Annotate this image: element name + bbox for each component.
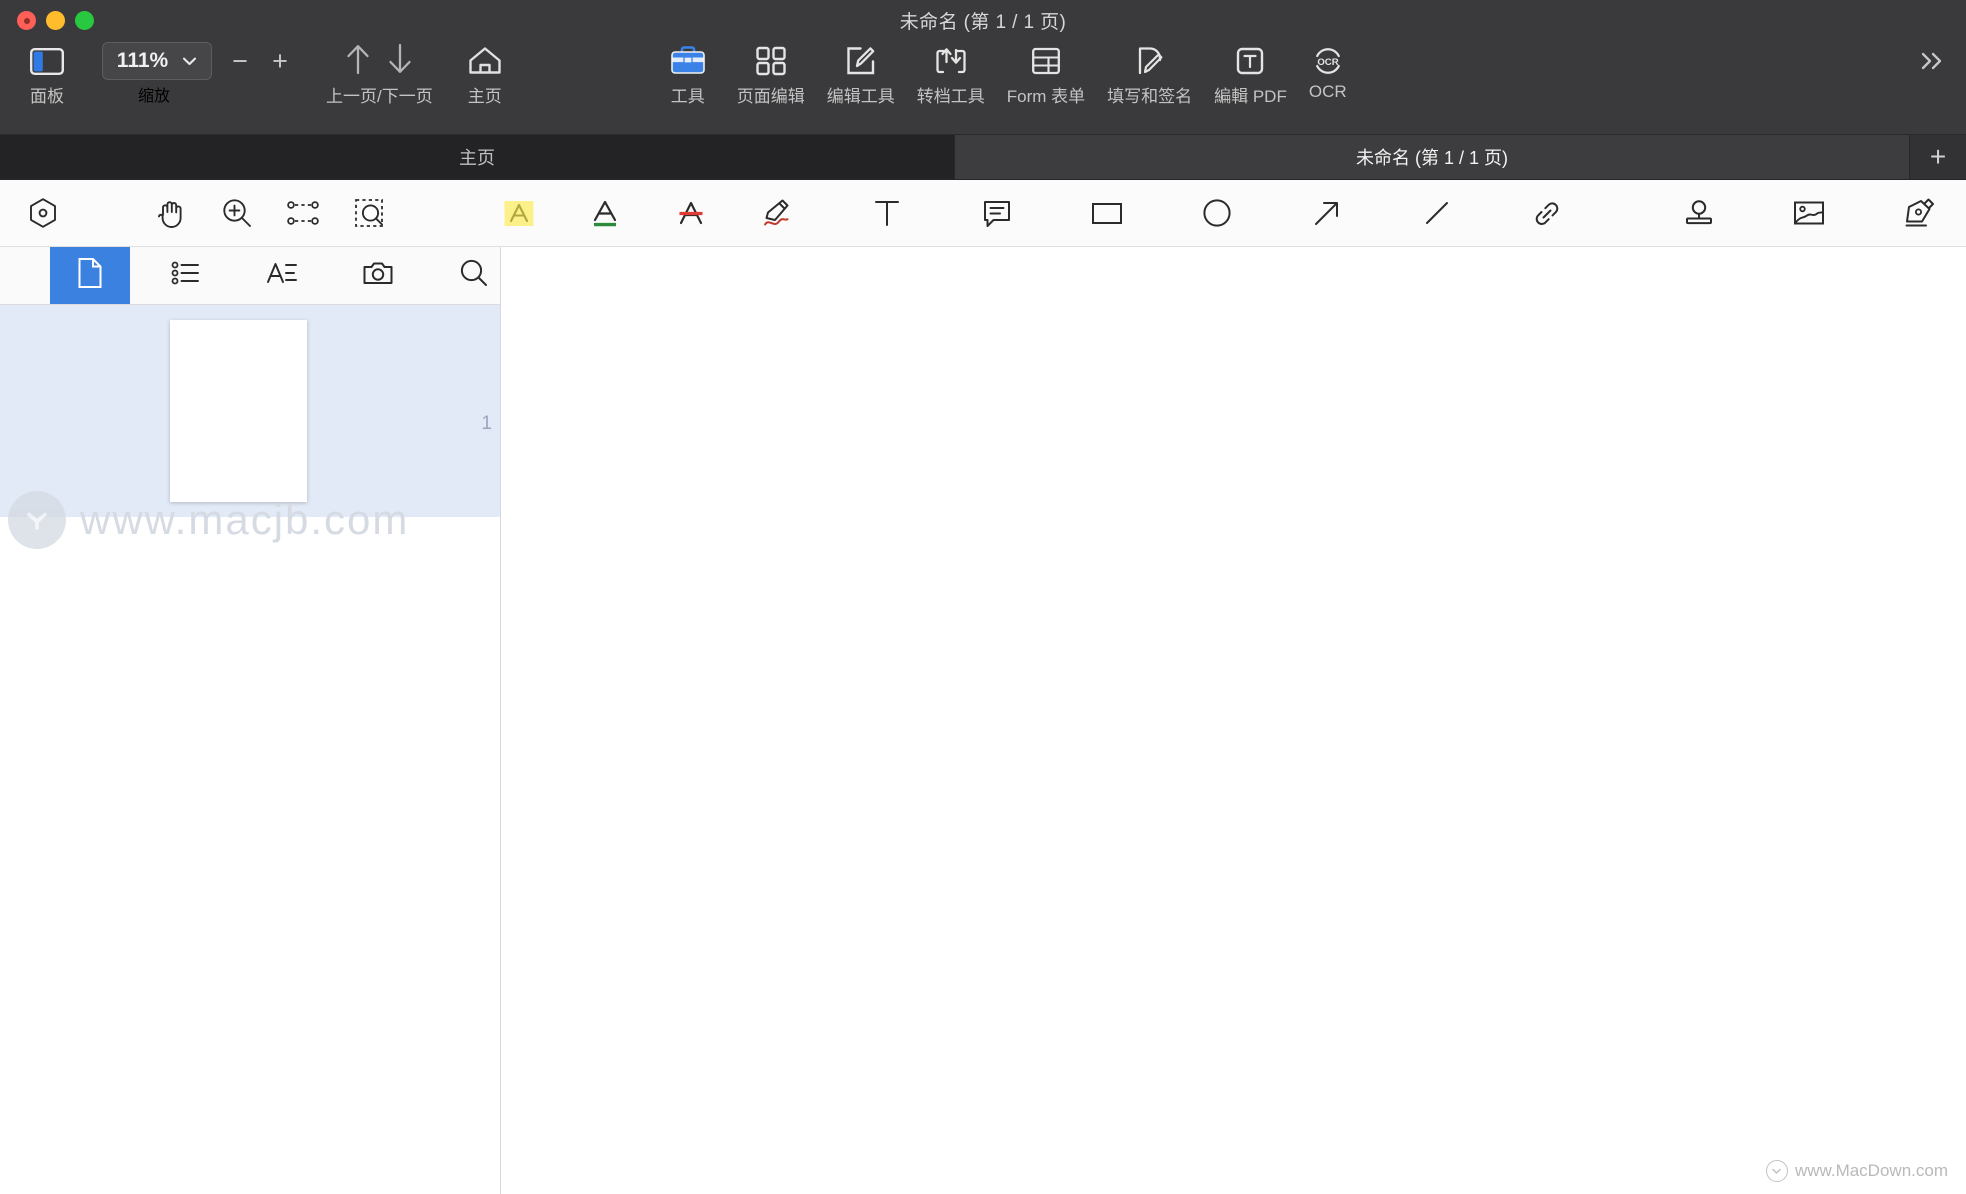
sidebar-item-snapshot[interactable] xyxy=(338,247,418,304)
ocr-circle-icon: OCR xyxy=(1311,41,1345,81)
home-icon xyxy=(467,41,503,81)
form-table-icon xyxy=(1030,41,1062,81)
stamp-icon[interactable] xyxy=(1666,187,1732,239)
strikethrough-icon[interactable] xyxy=(658,187,724,239)
highlight-icon[interactable] xyxy=(486,187,552,239)
panel-toggle-button[interactable]: 面板 xyxy=(30,34,64,107)
grid-four-icon xyxy=(754,41,788,81)
zoom-level-select[interactable]: 111% xyxy=(102,42,212,80)
zoom-out-button[interactable]: − xyxy=(228,47,252,75)
zoom-in-icon[interactable] xyxy=(204,187,270,239)
panel-toggle-label: 面板 xyxy=(30,87,64,106)
text-box-icon xyxy=(1234,41,1266,81)
svg-text:OCR: OCR xyxy=(1317,57,1338,68)
text-icon[interactable] xyxy=(854,187,920,239)
sidebar: 1 www.macjb.com xyxy=(0,247,501,1194)
arrow-down-icon[interactable] xyxy=(386,42,414,81)
convert-tools-button[interactable]: 转档工具 xyxy=(917,34,985,107)
zoom-level-value: 111% xyxy=(116,49,169,72)
pencil-draw-icon[interactable] xyxy=(744,187,810,239)
tab-home[interactable]: 主页 xyxy=(0,135,955,179)
page-thumbnail-number: 1 xyxy=(481,413,492,434)
circle-icon[interactable] xyxy=(1184,187,1250,239)
camera-icon xyxy=(361,258,395,293)
line-icon[interactable] xyxy=(1404,187,1470,239)
page-icon xyxy=(75,256,105,295)
comment-icon[interactable] xyxy=(964,187,1030,239)
link-icon[interactable] xyxy=(1514,187,1580,239)
chevron-down-icon xyxy=(182,54,197,69)
edit-tools-button[interactable]: 编辑工具 xyxy=(827,34,895,107)
fill-sign-label: 填写和签名 xyxy=(1107,87,1193,106)
zoom-label: 缩放 xyxy=(137,88,170,105)
tools-label: 工具 xyxy=(670,87,705,106)
page-thumbnail-1[interactable] xyxy=(170,320,307,502)
ocr-label: OCR xyxy=(1308,82,1347,101)
main-toolbar: 面板 111% − + 缩放 上一页/下一页 主页 工具 页面编辑 编辑工具 转… xyxy=(0,34,1966,126)
text-lines-icon xyxy=(264,258,300,293)
select-hexagon-icon[interactable] xyxy=(10,187,76,239)
pencil-square-icon xyxy=(844,41,878,81)
edit-pdf-label: 編輯 PDF xyxy=(1214,87,1287,106)
annotation-toolbar xyxy=(0,180,1966,247)
form-label: Form 表单 xyxy=(1006,87,1086,106)
document-tab-bar: 主页 未命名 (第 1 / 1 页) + xyxy=(0,135,1966,180)
window-title: 未命名 (第 1 / 1 页) xyxy=(899,12,1067,33)
thumbnail-pane[interactable]: 1 www.macjb.com xyxy=(0,305,500,1194)
macdown-brand-text: www.MacDown.com xyxy=(1794,1161,1948,1180)
search-icon xyxy=(457,257,491,294)
page-edit-label: 页面编辑 xyxy=(736,87,805,106)
arrow-icon[interactable] xyxy=(1294,187,1360,239)
briefcase-icon xyxy=(669,41,707,81)
sidebar-item-page-thumbnails[interactable] xyxy=(50,247,130,304)
zoom-group: 111% − + 缩放 xyxy=(102,34,292,106)
sidebar-item-outline[interactable] xyxy=(146,247,226,304)
form-button[interactable]: Form 表单 xyxy=(1007,34,1085,107)
new-tab-button[interactable]: + xyxy=(1910,135,1966,179)
document-view[interactable]: www.MacDown.com xyxy=(501,247,1966,1194)
app-window: 未命名 (第 1 / 1 页) 面板 111% − + 缩放 上一页/下一页 主… xyxy=(0,0,1966,1194)
fill-sign-button[interactable]: 填写和签名 xyxy=(1107,34,1192,107)
underline-icon[interactable] xyxy=(572,187,638,239)
fill-sign-icon xyxy=(1133,41,1167,81)
sidebar-panel-icon xyxy=(30,41,64,81)
macdown-brand: www.MacDown.com xyxy=(1765,1160,1948,1182)
marquee-select-icon[interactable] xyxy=(270,187,336,239)
convert-arrows-icon xyxy=(934,41,968,81)
macdown-circle-icon xyxy=(1765,1160,1788,1182)
page-navigation-group[interactable]: 上一页/下一页 xyxy=(326,34,433,107)
home-button[interactable]: 主页 xyxy=(467,34,503,107)
edit-pdf-button[interactable]: 編輯 PDF xyxy=(1214,34,1287,107)
zoom-in-button[interactable]: + xyxy=(268,47,292,75)
page-navigation-label: 上一页/下一页 xyxy=(326,87,433,106)
sidebar-item-annotations[interactable] xyxy=(242,247,322,304)
rectangle-icon[interactable] xyxy=(1074,187,1140,239)
home-label: 主页 xyxy=(467,87,502,106)
image-icon[interactable] xyxy=(1776,187,1842,239)
arrow-up-icon[interactable] xyxy=(344,42,372,81)
thumbnail-row-selected[interactable]: 1 xyxy=(0,305,500,517)
app-body: 1 www.macjb.com www.MacDown.com xyxy=(0,247,1966,1194)
area-zoom-icon[interactable] xyxy=(336,187,402,239)
sidebar-tab-strip xyxy=(0,247,500,305)
tab-untitled-document[interactable]: 未命名 (第 1 / 1 页) xyxy=(955,135,1910,179)
toolbar-overflow-button[interactable] xyxy=(1918,50,1948,79)
chevron-double-right-icon xyxy=(1921,52,1942,70)
hand-icon[interactable] xyxy=(138,187,204,239)
tools-button[interactable]: 工具 xyxy=(669,34,707,107)
bullet-list-icon xyxy=(169,258,203,293)
page-edit-button[interactable]: 页面编辑 xyxy=(737,34,805,107)
ocr-button[interactable]: OCR OCR xyxy=(1309,34,1347,102)
signature-icon[interactable] xyxy=(1886,187,1952,239)
convert-tools-label: 转档工具 xyxy=(916,87,985,106)
title-bar: 未命名 (第 1 / 1 页) 面板 111% − + 缩放 上一页/下一页 主… xyxy=(0,0,1966,135)
edit-tools-label: 编辑工具 xyxy=(826,87,895,106)
